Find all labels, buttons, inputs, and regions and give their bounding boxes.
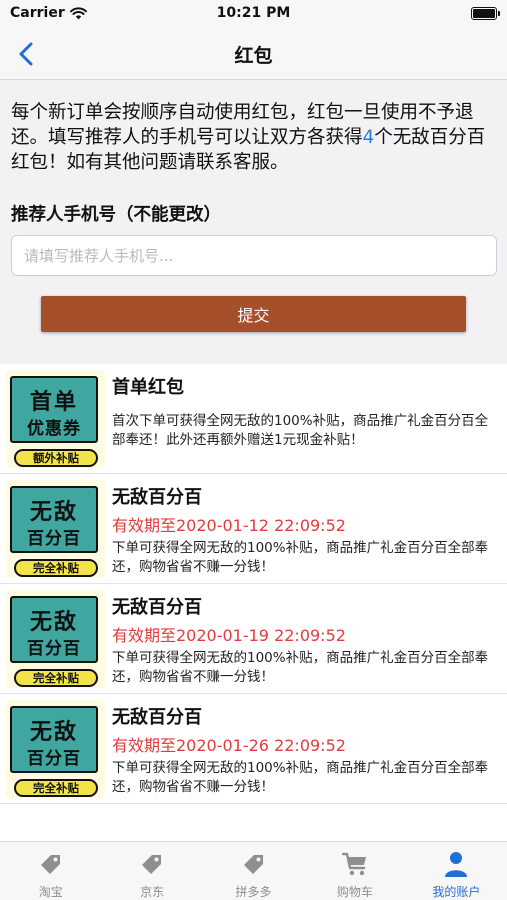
coupon-item[interactable]: 无敌 百分百 完全补贴 无敌百分百 有效期至2020-01-26 22:09:5… [0,694,507,804]
badge-tag: 额外补贴 [14,449,98,467]
tag-icon [40,855,60,874]
referrer-label: 推荐人手机号（不能更改） [11,205,221,225]
coupon-expiry: 有效期至2020-01-26 22:09:52 [112,736,346,755]
badge-line2: 百分百 [27,639,81,659]
badge-tag: 完全补贴 [14,669,98,687]
battery-icon [471,7,500,20]
tab-taobao[interactable]: 淘宝 [0,842,101,900]
status-bar: Carrier 10:21 PM [0,0,507,28]
coupon-badge-image: 无敌 百分百 完全补贴 [6,700,105,798]
red-packet-count: 4 [362,127,375,148]
coupon-description: 下单可获得全网无敌的100%补贴，商品推广礼金百分百全部奉还，购物省省不赚一分钱… [112,650,489,685]
tab-pinduoduo[interactable]: 拼多多 [203,842,304,900]
badge-tag: 完全补贴 [14,779,98,797]
badge-line1: 无敌 [29,720,78,745]
tag-icon [142,855,162,874]
coupon-badge-image: 首单 优惠券 额外补贴 [6,370,105,468]
person-icon [445,852,468,877]
badge-tag: 完全补贴 [14,559,98,577]
badge-line1: 首单 [29,390,78,415]
referrer-phone-input[interactable] [11,235,497,276]
nav-bar: 红包 [0,28,507,80]
cart-icon [341,852,366,876]
coupon-description: 下单可获得全网无敌的100%补贴，商品推广礼金百分百全部奉还，购物省省不赚一分钱… [112,540,489,575]
status-time: 10:21 PM [216,5,291,21]
badge-line1: 无敌 [29,500,78,525]
intro-text: 每个新订单会按顺序自动使用红包，红包一旦使用不予退还。填写推荐人的手机号可以让双… [11,100,497,175]
tab-bar: 淘宝 京东 拼多多 购物车 我的账户 [0,841,507,900]
coupon-expiry: 有效期至2020-01-19 22:09:52 [112,626,346,645]
badge-line2: 百分百 [27,749,81,769]
coupon-title: 无敌百分百 [112,707,202,728]
coupon-description: 下单可获得全网无敌的100%补贴，商品推广礼金百分百全部奉还，购物省省不赚一分钱… [112,760,489,795]
tab-label: 淘宝 [38,885,63,899]
coupon-title: 无敌百分百 [112,597,202,618]
badge-line1: 无敌 [29,610,78,635]
coupon-badge-image: 无敌 百分百 完全补贴 [6,480,105,578]
coupon-item[interactable]: 无敌 百分百 完全补贴 无敌百分百 有效期至2020-01-12 22:09:5… [0,474,507,584]
coupon-title: 首单红包 [112,377,184,398]
tab-jd[interactable]: 京东 [101,842,202,900]
page-title: 红包 [234,45,273,67]
coupon-item[interactable]: 首单 优惠券 额外补贴 首单红包 首次下单可获得全网无敌的100%补贴，商品推广… [0,364,507,474]
coupon-list: 首单 优惠券 额外补贴 首单红包 首次下单可获得全网无敌的100%补贴，商品推广… [0,364,507,841]
badge-line2: 百分百 [27,529,81,549]
coupon-badge-image: 无敌 百分百 完全补贴 [6,590,105,688]
submit-button[interactable]: 提交 [41,296,466,332]
tab-my-account[interactable]: 我的账户 [406,842,507,900]
coupon-description: 首次下单可获得全网无敌的100%补贴，商品推广礼金百分百全部奉还！此外还再额外赠… [112,413,489,448]
coupon-item[interactable]: 无敌 百分百 完全补贴 无敌百分百 有效期至2020-01-19 22:09:5… [0,584,507,694]
tab-label: 购物车 [336,885,373,899]
tab-label: 拼多多 [235,885,272,899]
coupon-expiry: 有效期至2020-01-12 22:09:52 [112,516,346,535]
tab-label: 京东 [140,885,165,899]
tag-icon [243,855,263,874]
badge-line2: 优惠券 [27,419,81,439]
tab-label: 我的账户 [432,885,481,899]
coupon-title: 无敌百分百 [112,487,202,508]
tab-cart[interactable]: 购物车 [304,842,405,900]
